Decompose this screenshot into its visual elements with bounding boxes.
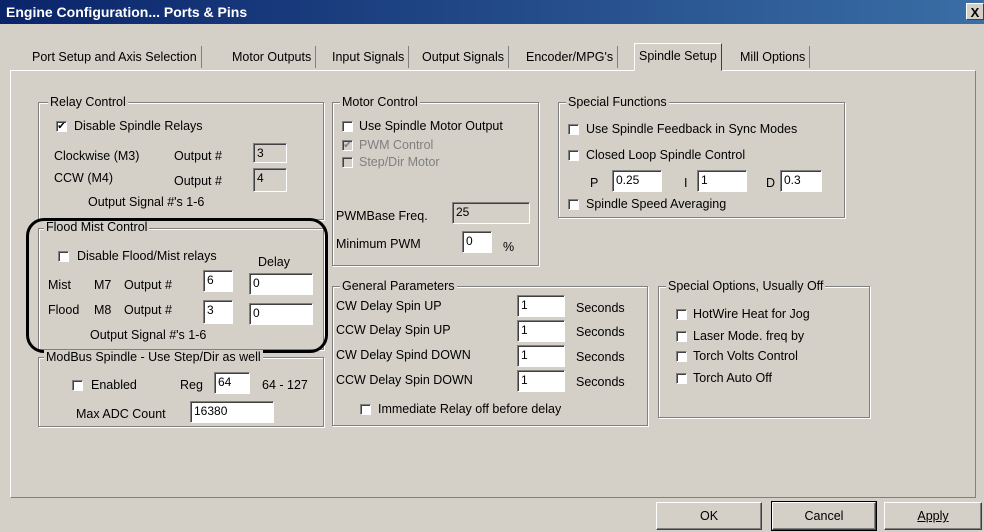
cw-delay-spin-down-label: CW Delay Spind DOWN [336,348,471,362]
d-label: D [766,176,776,190]
window-title: Engine Configuration... Ports & Pins [6,4,248,20]
ccw-delay-spin-down-label: CCW Delay Spin DOWN [336,373,473,387]
hotwire-heat-label: HotWire Heat for Jog [693,307,810,321]
tab-encoder-mpg[interactable]: Encoder/MPG's [522,46,619,68]
closed-loop-label: Closed Loop Spindle Control [586,148,746,162]
i-field[interactable]: 1 [697,170,747,192]
use-spindle-motor-label: Use Spindle Motor Output [359,119,503,133]
tab-motor-outputs[interactable]: Motor Outputs [228,46,317,68]
pwm-control-checkbox[interactable]: ✔ [342,140,353,151]
min-pwm-field[interactable]: 0 [462,231,492,253]
spindle-feedback-label: Use Spindle Feedback in Sync Modes [586,122,798,136]
reg-range: 64 - 127 [262,378,308,392]
min-pwm-unit: % [503,240,515,254]
cw-delay-spin-up-unit: Seconds [576,301,625,315]
cw-delay-spin-up-field[interactable]: 1 [517,295,565,317]
modbus-enabled-label: Enabled [91,378,137,392]
torch-auto-off-label: Torch Auto Off [693,371,772,385]
max-adc-field[interactable]: 16380 [190,401,274,423]
hotwire-heat-checkbox[interactable] [676,309,687,320]
ccw-delay-spin-up-unit: Seconds [576,325,625,339]
tab-mill-options[interactable]: Mill Options [736,46,811,68]
title-bar: Engine Configuration... Ports & Pins X [0,0,984,24]
ok-button[interactable]: OK [656,502,762,530]
tab-input-signals[interactable]: Input Signals [328,46,410,68]
cancel-button[interactable]: Cancel [771,501,877,531]
spindle-feedback-checkbox[interactable] [568,124,579,135]
tab-spindle-setup[interactable]: Spindle Setup [634,43,722,71]
min-pwm-label: Minimum PWM [336,237,421,251]
immediate-relay-label: Immediate Relay off before delay [378,402,562,416]
p-field[interactable]: 0.25 [612,170,662,192]
closed-loop-checkbox[interactable] [568,150,579,161]
ccw-output-field[interactable]: 4 [253,168,287,192]
step-dir-motor-label: Step/Dir Motor [359,155,440,169]
tab-output-signals[interactable]: Output Signals [418,46,509,68]
use-spindle-motor-checkbox[interactable] [342,121,353,132]
ccw-output-label: Output # [174,174,222,188]
ccw-delay-spin-up-label: CCW Delay Spin UP [336,323,451,337]
cw-delay-spin-up-label: CW Delay Spin UP [336,299,442,313]
special-options-title: Special Options, Usually Off [666,279,826,293]
d-field[interactable]: 0.3 [780,170,822,192]
i-label: I [684,176,688,190]
ccw-label: CCW (M4) [54,171,114,185]
laser-mode-label: Laser Mode. freq by [693,329,805,343]
spindle-averaging-label: Spindle Speed Averaging [586,197,727,211]
ccw-delay-spin-up-field[interactable]: 1 [517,320,565,342]
torch-volts-label: Torch Volts Control [693,349,798,363]
cw-output-field[interactable]: 3 [253,143,287,163]
reg-label: Reg [180,378,203,392]
immediate-relay-checkbox[interactable] [360,404,371,415]
p-label: P [590,176,599,190]
close-button[interactable]: X [966,3,984,20]
cw-delay-spin-down-unit: Seconds [576,350,625,364]
pwmbase-label: PWMBase Freq. [336,209,428,223]
max-adc-label: Max ADC Count [76,407,166,421]
relay-control-title: Relay Control [48,95,128,109]
modbus-enabled-checkbox[interactable] [72,380,83,391]
reg-field[interactable]: 64 [214,372,250,394]
pwm-control-label: PWM Control [359,138,434,152]
ccw-delay-spin-down-field[interactable]: 1 [517,370,565,392]
cw-label: Clockwise (M3) [54,149,140,163]
motor-control-title: Motor Control [340,95,420,109]
tab-port-setup[interactable]: Port Setup and Axis Selection [28,46,202,68]
cw-output-label: Output # [174,149,222,163]
disable-spindle-relays-checkbox[interactable]: ✔ [56,121,67,132]
torch-auto-off-checkbox[interactable] [676,373,687,384]
relay-signal-note: Output Signal #'s 1-6 [88,195,205,209]
ccw-delay-spin-down-unit: Seconds [576,375,625,389]
laser-mode-checkbox[interactable] [676,331,687,342]
apply-button[interactable]: Apply [884,502,982,530]
pwmbase-field[interactable]: 25 [452,202,530,224]
step-dir-motor-checkbox[interactable] [342,157,353,168]
cw-delay-spin-down-field[interactable]: 1 [517,345,565,367]
annotation-highlight [26,218,328,353]
modbus-title: ModBus Spindle - Use Step/Dir as well [44,350,263,364]
special-functions-title: Special Functions [566,95,669,109]
torch-volts-checkbox[interactable] [676,351,687,362]
spindle-averaging-checkbox[interactable] [568,199,579,210]
disable-spindle-relays-label: Disable Spindle Relays [74,119,203,133]
general-parameters-title: General Parameters [340,279,457,293]
